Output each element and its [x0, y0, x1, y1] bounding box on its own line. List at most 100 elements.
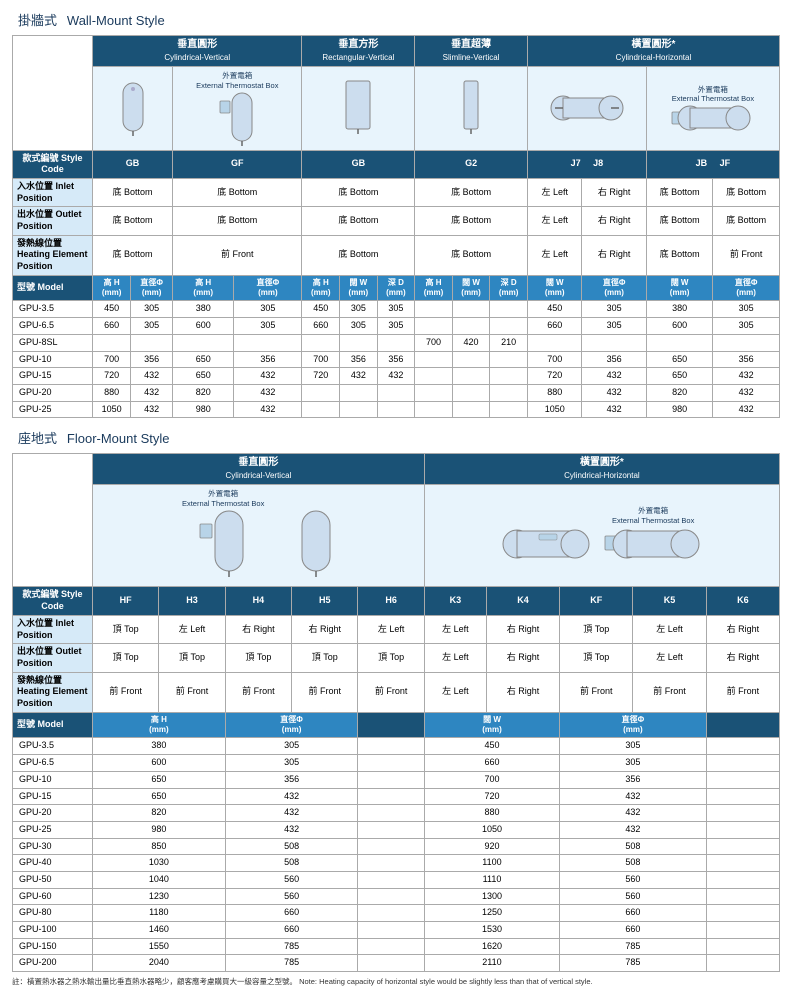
floor-img-horizontal: 外置電箱External Thermostat Box — [424, 485, 779, 587]
dim-j-dia: 直徑Φ(mm) — [582, 275, 646, 301]
floor-model-gpu10: GPU-10 — [13, 771, 93, 788]
heating-jb: 底 Bottom — [646, 235, 713, 275]
sc-h4: H4 — [225, 587, 291, 615]
sc-gf: GF — [173, 150, 302, 178]
note-section: 註：橫置熱水器之熱水輸出量比垂直熱水器略少，顧客應考慮購買大一級容量之型號。 N… — [12, 976, 780, 987]
heating-j8: 右 Right — [582, 235, 646, 275]
model-gpu25: GPU-25 — [13, 401, 93, 418]
floor-outlet-label: 出水位置 Outlet Position — [13, 644, 93, 672]
outlet-jb: 底 Bottom — [646, 207, 713, 235]
sc-jbjf: JB JF — [646, 150, 779, 178]
sc-kf: KF — [560, 587, 633, 615]
dim-gf-h: 高 H(mm) — [173, 275, 234, 301]
floor-model-gpu30: GPU-30 — [13, 838, 93, 855]
outlet-j8: 右 Right — [582, 207, 646, 235]
floor-dim-h: 高 H(mm) — [93, 712, 226, 738]
outlet-gb: 底 Bottom — [93, 207, 173, 235]
outlet-gb-rect: 底 Bottom — [302, 207, 415, 235]
dim-g2-h: 高 H(mm) — [415, 275, 453, 301]
floor-model-gpu150: GPU-150 — [13, 938, 93, 955]
inlet-j8: 右 Right — [582, 178, 646, 206]
sc-h3: H3 — [159, 587, 225, 615]
sc-j7j8: J7 J8 — [527, 150, 646, 178]
model-gpu15: GPU-15 — [13, 368, 93, 385]
dim-gbrect-d: 深 D(mm) — [377, 275, 415, 301]
model-header: 型號 Model — [13, 275, 93, 301]
dim-gb-dia: 直徑Φ(mm) — [131, 275, 173, 301]
dim-g2-w: 闊 W(mm) — [452, 275, 490, 301]
dim-g2-d: 深 D(mm) — [490, 275, 528, 301]
model-gpu8sl: GPU-8SL — [13, 334, 93, 351]
cat-cylindrical-vertical: 垂直圓形Cylindrical-Vertical — [93, 36, 302, 67]
wall-mount-table: 垂直圓形Cylindrical-Vertical 垂直方形Rectangular… — [12, 35, 780, 418]
sc-k6: K6 — [706, 587, 779, 615]
wall-mount-title: 掛牆式 Wall-Mount Style — [12, 10, 780, 29]
outlet-g2: 底 Bottom — [415, 207, 528, 235]
img-j7j8 — [527, 67, 646, 151]
floor-mount-title: 座地式 Floor-Mount Style — [12, 428, 780, 447]
dim-gf-dia: 直徑Φ(mm) — [234, 275, 302, 301]
inlet-jb: 底 Bottom — [646, 178, 713, 206]
sc-h6: H6 — [358, 587, 424, 615]
floor-cat-cylindrical-h: 橫置圓形*Cylindrical-Horizontal — [424, 454, 779, 485]
floor-ext-box-label-h: 外置電箱External Thermostat Box — [603, 506, 703, 526]
floor-model-gpu80: GPU-80 — [13, 905, 93, 922]
outlet-j7: 左 Left — [527, 207, 582, 235]
outlet-gf: 底 Bottom — [173, 207, 302, 235]
img-gf-ext-box: 外置電箱External Thermostat Box — [173, 67, 302, 151]
img-gb-normal — [93, 67, 173, 151]
floor-mount-title-en: Floor-Mount Style — [67, 431, 170, 446]
floor-heating-label: 發熱線位置Heating Element Position — [13, 672, 93, 712]
img-gb-rect — [302, 67, 415, 151]
sc-k3: K3 — [424, 587, 486, 615]
inlet-jf: 底 Bottom — [713, 178, 780, 206]
sc-k4: K4 — [486, 587, 559, 615]
wall-mount-title-en: Wall-Mount Style — [67, 13, 165, 28]
heating-gb: 底 Bottom — [93, 235, 173, 275]
sc-g2: G2 — [415, 150, 528, 178]
wall-mount-title-zh: 掛牆式 — [18, 13, 57, 28]
floor-dim-w-k: 闊 W(mm) — [424, 712, 559, 738]
dim-jbf-dia: 直徑Φ(mm) — [713, 275, 780, 301]
inlet-gb-rect: 底 Bottom — [302, 178, 415, 206]
outlet-label: 出水位置 Outlet Position — [13, 207, 93, 235]
floor-mount-table: 垂直圓形Cylindrical-Vertical 橫置圓形*Cylindrica… — [12, 453, 780, 972]
sc-gb-rect: GB — [302, 150, 415, 178]
heating-gb-rect: 底 Bottom — [302, 235, 415, 275]
dim-jbf-w: 闊 W(mm) — [646, 275, 713, 301]
sc-gb: GB — [93, 150, 173, 178]
note-zh: 註：橫置熱水器之熱水輸出量比垂直熱水器略少，顧客應考慮購買大一級容量之型號。 — [12, 977, 297, 986]
ext-box-label-1: 外置電箱External Thermostat Box — [177, 71, 297, 91]
dim-gbrect-h: 高 H(mm) — [302, 275, 340, 301]
floor-dim-dia-v: 直徑Φ(mm) — [225, 712, 358, 738]
floor-model-gpu15: GPU-15 — [13, 788, 93, 805]
floor-model-gpu40: GPU-40 — [13, 855, 93, 872]
img-g2-slim — [415, 67, 528, 151]
floor-model-gpu50: GPU-50 — [13, 871, 93, 888]
sc-h5: H5 — [292, 587, 358, 615]
floor-cat-cylindrical-v: 垂直圓形Cylindrical-Vertical — [93, 454, 425, 485]
floor-img-vertical: 外置電箱External Thermostat Box — [93, 485, 425, 587]
floor-mount-section: 座地式 Floor-Mount Style 垂直圓形Cylindrical-Ve… — [12, 428, 780, 972]
note-en: Note: Heating capacity of horizontal sty… — [299, 977, 592, 986]
img-jbjf-ext-box: 外置電箱External Thermostat Box — [646, 67, 779, 151]
inlet-label: 入水位置 Inlet Position — [13, 178, 93, 206]
sc-k5: K5 — [633, 587, 706, 615]
floor-ext-box-label-v: 外置電箱External Thermostat Box — [182, 489, 264, 509]
floor-model-gpu100: GPU-100 — [13, 922, 93, 939]
floor-model-gpu200: GPU-200 — [13, 955, 93, 972]
dim-gb-h: 高 H(mm) — [93, 275, 131, 301]
cat-cylindrical-horizontal: 橫置圓形*Cylindrical-Horizontal — [527, 36, 779, 67]
dim-j-w: 闊 W(mm) — [527, 275, 582, 301]
floor-model-gpu65: GPU-6.5 — [13, 755, 93, 772]
floor-model-gpu35: GPU-3.5 — [13, 738, 93, 755]
dim-gbrect-w: 闊 W(mm) — [340, 275, 378, 301]
inlet-gf: 底 Bottom — [173, 178, 302, 206]
heating-g2: 底 Bottom — [415, 235, 528, 275]
model-gpu20: GPU-20 — [13, 384, 93, 401]
inlet-gb: 底 Bottom — [93, 178, 173, 206]
model-gpu35: GPU-3.5 — [13, 301, 93, 318]
floor-dim-dia-h: 直徑Φ(mm) — [560, 712, 707, 738]
floor-mount-title-zh: 座地式 — [18, 431, 57, 446]
heating-jf: 前 Front — [713, 235, 780, 275]
